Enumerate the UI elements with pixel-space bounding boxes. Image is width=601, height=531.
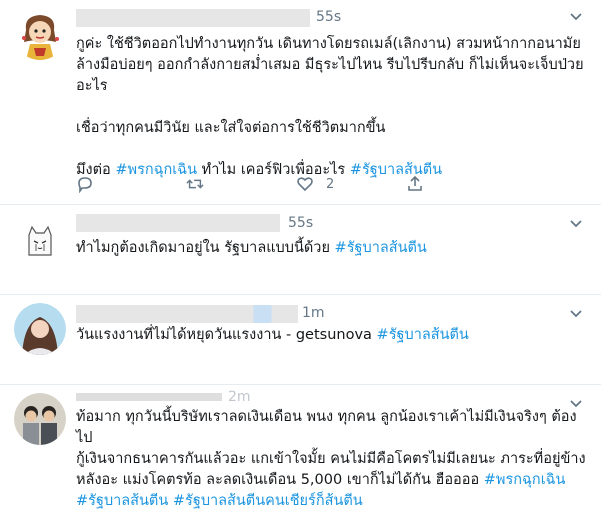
tweet-text: กูค่ะ ใช้ชีวิตออกไปทำงานทุกวัน เดินทางโด…	[76, 34, 591, 181]
tweet-timestamp[interactable]: 55s	[316, 9, 341, 25]
tweet-line: กูค่ะ ใช้ชีวิตออกไปทำงานทุกวัน เดินทางโด…	[76, 36, 581, 52]
reply-button[interactable]	[76, 173, 94, 195]
avatar[interactable]	[14, 303, 66, 355]
hashtag-link[interactable]: #รัฐบาลส้นตีนคนเชียร์ก็ส้นตีน	[173, 493, 363, 509]
tweet[interactable]: 1m วันแรงงานที่ไม่ได้หยุดวันแรงงาน - get…	[0, 295, 601, 385]
tweet-text-segment: หลังอะ แม่งโคตรท้อ ละลดเงินเดือน 5,000 เ…	[76, 472, 484, 488]
share-icon	[408, 175, 422, 191]
avatar[interactable]	[14, 8, 66, 60]
chevron-down-icon[interactable]	[569, 219, 583, 229]
hashtag-link[interactable]: #รัฐบาลส้นตีน	[76, 493, 168, 509]
tweet[interactable]: 2m ท้อมาก ทุกวันนี้บริษัทเราลดเงินเดือน …	[0, 385, 601, 531]
hashtag-link[interactable]: #รัฐบาลส้นตีน	[377, 327, 469, 343]
share-button[interactable]	[406, 173, 424, 195]
tweet-line: ท้อมาก ทุกวันนี้บริษัทเราลดเงินเดือน พนง…	[76, 409, 577, 446]
tweet-timestamp[interactable]: 55s	[288, 215, 313, 231]
like-count: 2	[326, 176, 335, 192]
hashtag-link[interactable]: #รัฐบาลส้นตีน	[335, 240, 427, 256]
tweet-timestamp[interactable]: 2m	[228, 389, 251, 405]
blurred-username[interactable]	[76, 214, 280, 232]
tweet[interactable]: 55s กูค่ะ ใช้ชีวิตออกไปทำงานทุกวัน เดินท…	[0, 0, 601, 205]
avatar[interactable]	[14, 393, 66, 445]
tweet-text: ท้อมาก ทุกวันนี้บริษัทเราลดเงินเดือน พนง…	[76, 407, 591, 512]
tweet-text: ทำไมกูต้องเกิดมาอยู่ใน รัฐบาลแบบนี้ด้วย …	[76, 238, 591, 259]
tweet-timestamp[interactable]: 1m	[302, 305, 325, 321]
blurred-username[interactable]	[76, 393, 222, 401]
like-button[interactable]: 2	[296, 173, 334, 195]
tweet-line	[76, 139, 591, 160]
retweet-button[interactable]	[186, 173, 204, 195]
tweet-text: วันแรงงานที่ไม่ได้หยุดวันแรงงาน - getsun…	[76, 325, 591, 346]
reply-icon	[78, 177, 92, 193]
tweet[interactable]: 55s ทำไมกูต้องเกิดมาอยู่ใน รัฐบาลแบบนี้ด…	[0, 205, 601, 295]
blurred-username[interactable]	[76, 9, 310, 27]
avatar[interactable]	[14, 215, 66, 267]
chevron-down-icon[interactable]	[569, 12, 583, 22]
tweet-text-segment: ทำไมกูต้องเกิดมาอยู่ใน รัฐบาลแบบนี้ด้วย	[76, 240, 335, 256]
retweet-icon	[186, 179, 204, 189]
blurred-username[interactable]	[76, 305, 298, 323]
like-icon	[297, 177, 313, 192]
tweet-line: อะไร	[76, 78, 108, 94]
tweet-actions: 2	[76, 173, 496, 195]
chevron-down-icon[interactable]	[569, 309, 583, 319]
tweet-line: กู้เงินจากธนาคารกันแล้วอะ แกเข้าใจมั้ย ค…	[76, 451, 586, 467]
tweet-text-segment: วันแรงงานที่ไม่ได้หยุดวันแรงงาน - getsun…	[76, 327, 377, 343]
hashtag-link[interactable]: #พรกฉุกเฉิน	[484, 472, 566, 488]
tweet-line: ล้างมือบ่อยๆ ออกกำลังกายสม่ำเสมอ มีธุระไ…	[76, 57, 584, 73]
tweet-line	[76, 97, 591, 118]
tweet-line: เชื่อว่าทุกคนมีวินัย และใส่ใจต่อการใช้ชี…	[76, 120, 386, 136]
